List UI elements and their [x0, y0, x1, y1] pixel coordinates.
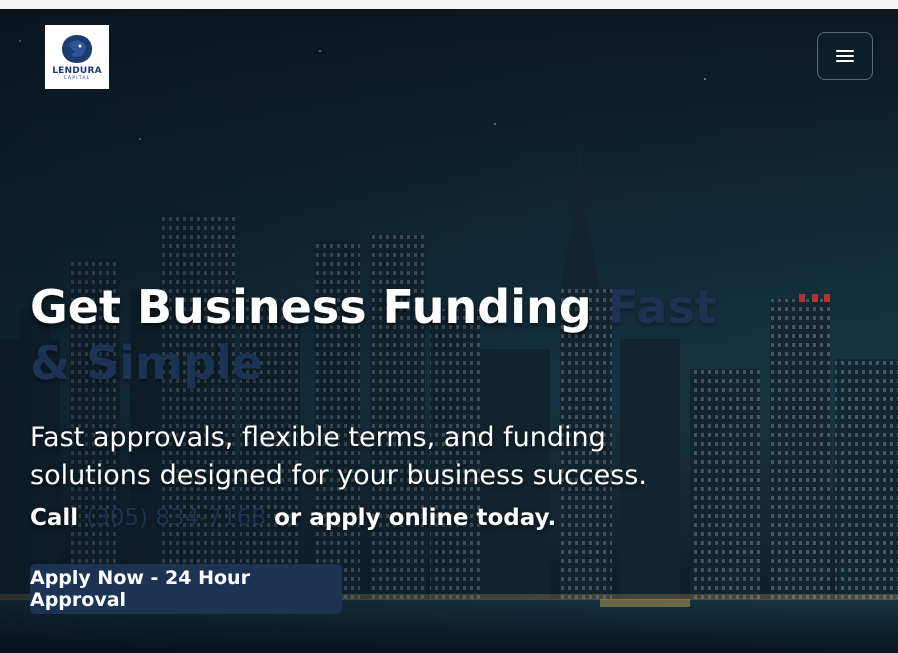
hero-content: Get Business Funding Fast & Simple Fast … [30, 279, 730, 531]
hero-headline: Get Business Funding Fast & Simple [30, 279, 730, 391]
call-prefix: Call [30, 505, 87, 531]
hero-section: LENDURA CAPITAL Get Business Funding Fas… [0, 9, 898, 653]
hero-subheadline: Fast approvals, flexible terms, and fund… [30, 422, 647, 491]
call-suffix: or apply online today. [266, 505, 557, 531]
brand-logo[interactable]: LENDURA CAPITAL [45, 25, 109, 89]
brand-subtitle: CAPITAL [63, 76, 91, 81]
apply-now-button[interactable]: Apply Now - 24 Hour Approval [30, 564, 342, 614]
call-line: Call (305) 834-7168 or apply online toda… [30, 505, 730, 531]
phone-link[interactable]: (305) 834-7168 [86, 505, 266, 531]
lion-head-icon [62, 35, 92, 63]
hamburger-menu-icon [836, 50, 854, 62]
headline-main: Get Business Funding [30, 280, 608, 334]
menu-toggle-button[interactable] [817, 32, 873, 80]
brand-name: LENDURA [52, 66, 102, 76]
